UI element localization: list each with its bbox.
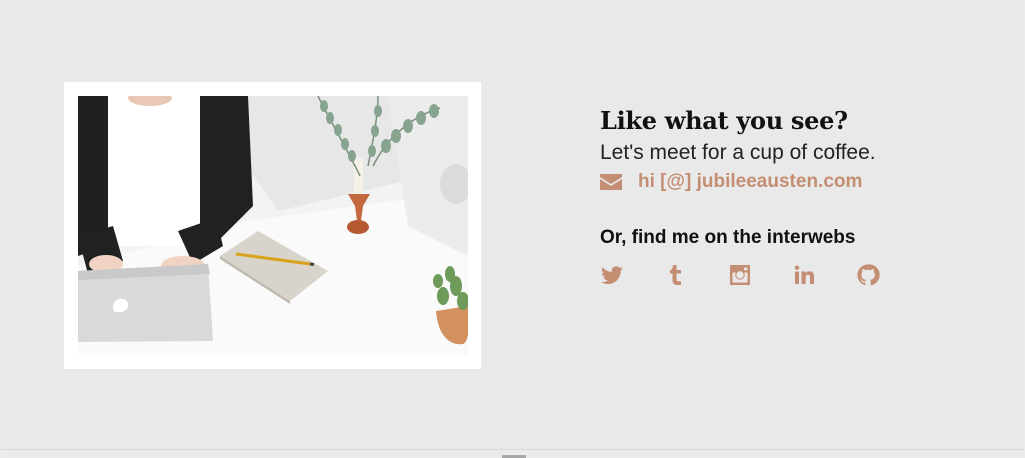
instagram-icon (730, 265, 750, 285)
social-heading: Or, find me on the interwebs (600, 227, 856, 248)
contact-headline: Like what you see? (600, 106, 848, 135)
contact-section: Like what you see? Let's meet for a cup … (1, 0, 1024, 450)
tumblr-link[interactable] (664, 263, 688, 287)
contact-content: Like what you see? Let's meet for a cup … (600, 104, 1000, 288)
tumblr-icon (670, 265, 681, 285)
desk-photo-illustration (78, 96, 468, 355)
email-link[interactable]: hi [@] jubileeausten.com (638, 171, 862, 193)
github-icon (857, 264, 880, 286)
envelope-icon (600, 174, 622, 190)
linkedin-link[interactable] (792, 263, 816, 287)
twitter-link[interactable] (600, 263, 624, 287)
contact-subhead: Let's meet for a cup of coffee. (600, 141, 876, 164)
twitter-icon (601, 266, 623, 285)
desk-photo (78, 96, 468, 355)
linkedin-icon (794, 265, 814, 284)
photo-frame (64, 82, 481, 369)
github-link[interactable] (856, 263, 880, 287)
social-links (600, 262, 1000, 288)
instagram-link[interactable] (728, 263, 752, 287)
email-row: hi [@] jubileeausten.com (600, 170, 1000, 194)
